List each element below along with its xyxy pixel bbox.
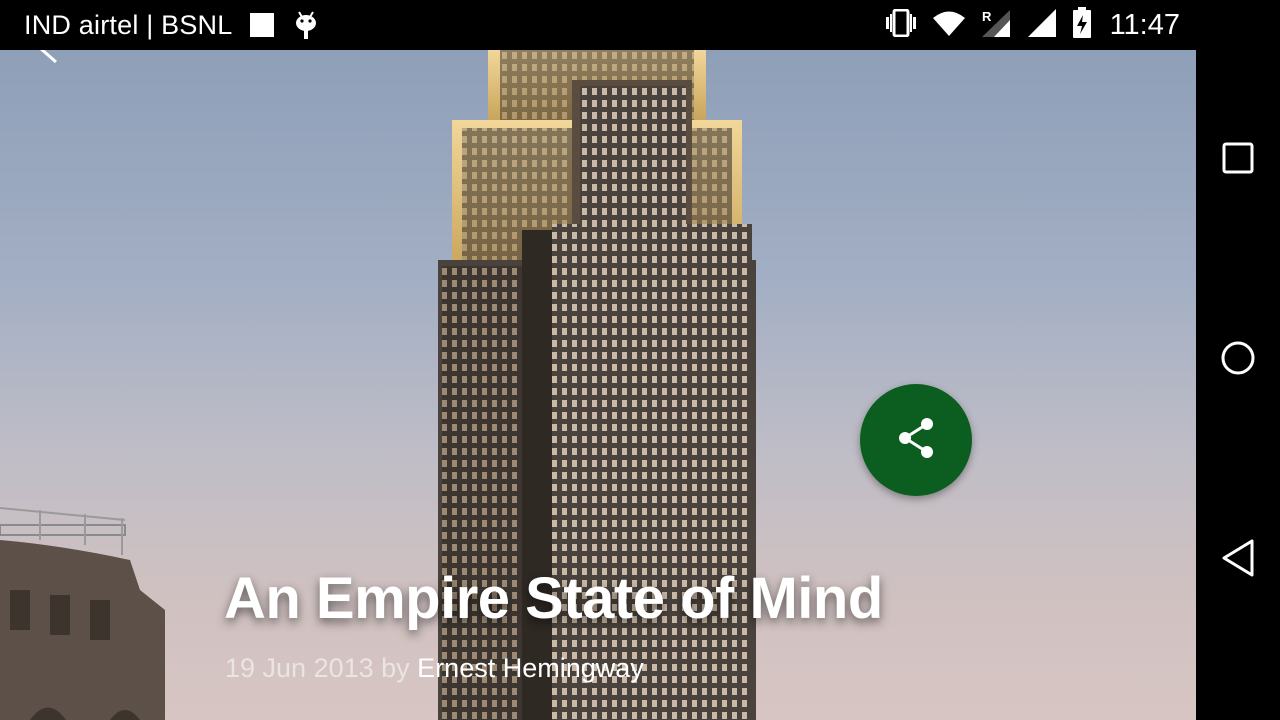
home-button[interactable]: [1218, 340, 1258, 380]
recents-square-icon: [1221, 141, 1255, 180]
share-icon: [896, 416, 936, 465]
home-circle-icon: [1219, 339, 1257, 382]
status-bar: IND airtel | BSNL R 11:47: [0, 0, 1196, 50]
navigation-bar: [1196, 0, 1280, 720]
back-chevron-icon[interactable]: [34, 50, 64, 73]
svg-text:R: R: [982, 9, 992, 24]
share-button[interactable]: [860, 384, 972, 496]
article-title: An Empire State of Mind: [224, 566, 883, 631]
wifi-icon: [932, 9, 966, 42]
notification-square-icon: [250, 13, 275, 37]
article-author[interactable]: Ernest Hemingway: [417, 653, 644, 683]
back-triangle-icon: [1220, 538, 1256, 583]
carrier-label: IND airtel | BSNL: [24, 9, 233, 40]
article-date: 19 Jun 2013 by: [225, 653, 410, 683]
battery-charging-icon: [1072, 6, 1092, 44]
clock: 11:47: [1109, 8, 1180, 41]
recents-button[interactable]: [1218, 140, 1258, 180]
cell-signal-icon: [1026, 8, 1058, 43]
hero-image: An Empire State of Mind 19 Jun 2013 by E…: [0, 50, 1196, 720]
back-button[interactable]: [1218, 538, 1258, 583]
roaming-signal-icon: R: [980, 8, 1012, 43]
android-debug-icon: [294, 9, 318, 41]
article-byline: 19 Jun 2013 by Ernest Hemingway: [225, 653, 644, 684]
status-icons: R 11:47: [884, 6, 1180, 44]
vibrate-icon: [884, 8, 918, 42]
